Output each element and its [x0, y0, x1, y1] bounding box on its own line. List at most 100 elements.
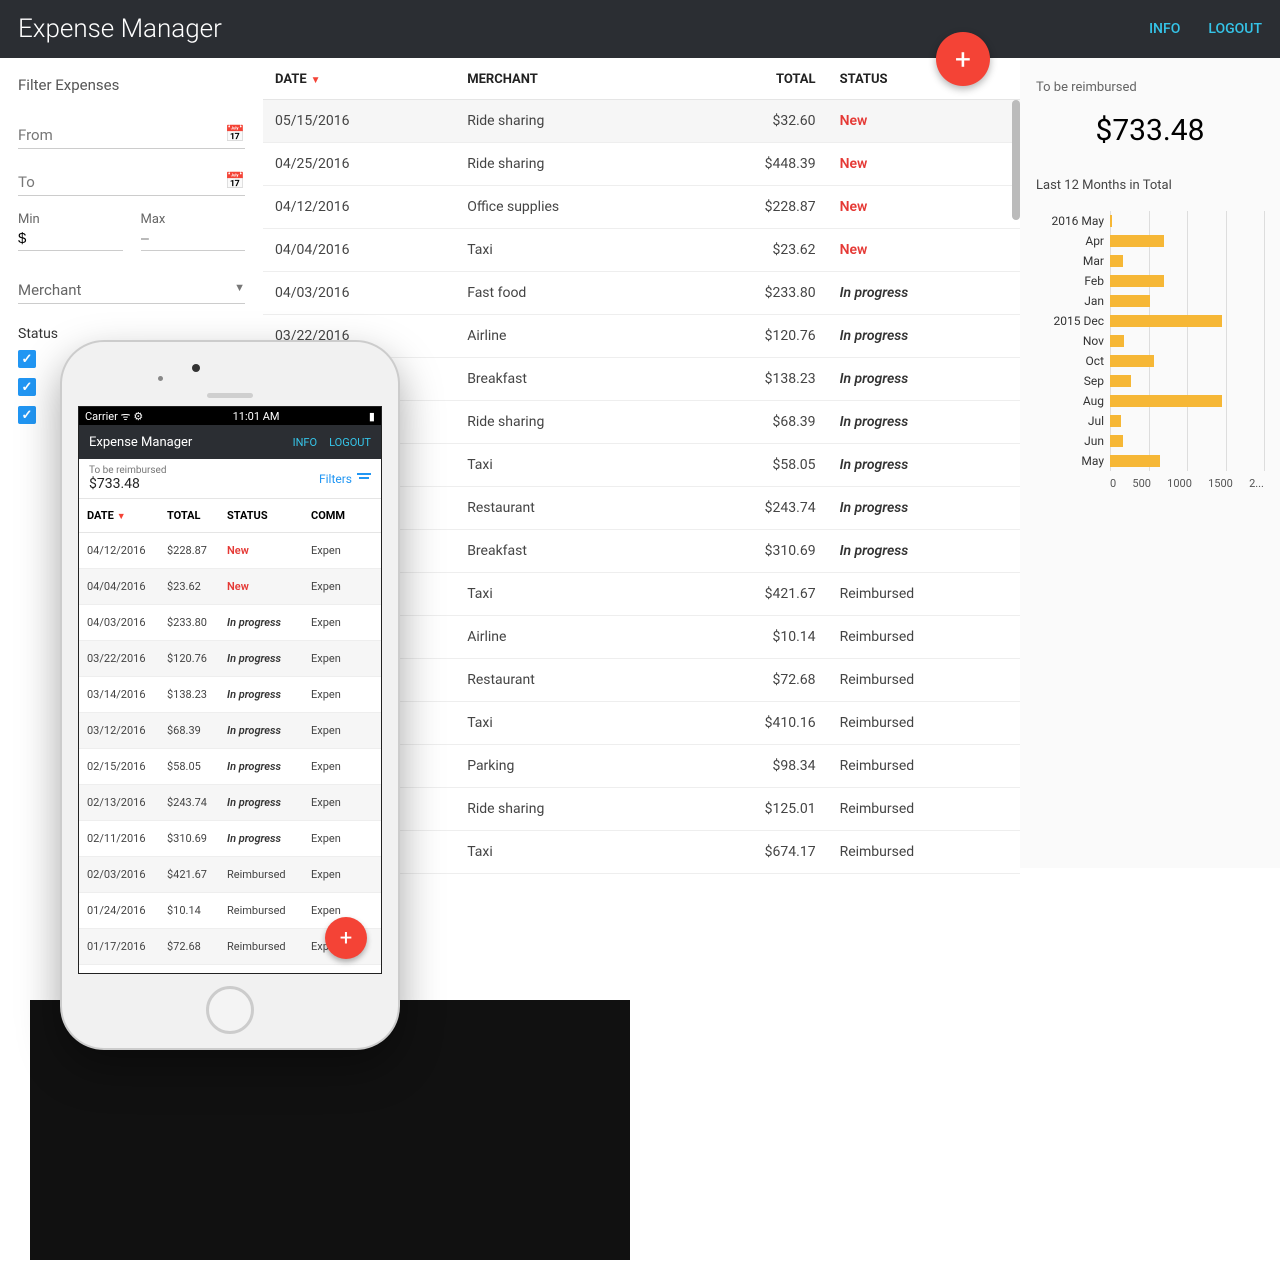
phone-info-link[interactable]: INFO — [293, 436, 318, 449]
col-merchant[interactable]: MERCHANT — [455, 58, 681, 100]
col-date[interactable]: DATE▼ — [263, 58, 455, 100]
cell-status: Reimbursed — [828, 702, 1020, 745]
chevron-down-icon: ▼ — [234, 281, 245, 299]
from-date-field[interactable]: From 📅 — [18, 122, 245, 149]
phone-add-button[interactable]: + — [325, 917, 367, 959]
chart-label: Oct — [1036, 354, 1110, 368]
sort-desc-icon: ▼ — [117, 512, 126, 522]
max-label: Max — [141, 212, 246, 227]
max-field[interactable]: Max — [141, 212, 246, 251]
carrier-label: Carrier ᯤ ⚙ — [85, 409, 143, 424]
phone-table-row[interactable]: 02/11/2016 $310.69 In progress Expen — [79, 821, 381, 857]
chart-label: 2015 Dec — [1036, 314, 1110, 328]
filter-icon — [357, 473, 371, 485]
phone-filters-button[interactable]: Filters — [319, 472, 371, 486]
cell-merchant: Parking — [455, 745, 681, 788]
pcell-comment: Expen — [311, 796, 373, 809]
pcell-total: $421.67 — [167, 868, 227, 881]
pcell-status: Reimbursed — [227, 868, 311, 881]
cell-merchant: Taxi — [455, 702, 681, 745]
phone-table-row[interactable]: 04/04/2016 $23.62 New Expen — [79, 569, 381, 605]
chart-bar: Jan — [1036, 291, 1264, 311]
pcell-comment: Expen — [311, 760, 373, 773]
to-date-field[interactable]: To 📅 — [18, 169, 245, 196]
phone-table-row[interactable]: 03/22/2016 $120.76 In progress Expen — [79, 641, 381, 677]
min-field[interactable]: Min — [18, 212, 123, 251]
checkbox-checked-icon: ✓ — [18, 378, 36, 396]
chart-label: Apr — [1036, 234, 1110, 248]
pcell-status: In progress — [227, 652, 311, 665]
phone-mockup: Carrier ᯤ ⚙ 11:01 AM ▮ Expense Manager I… — [60, 340, 400, 1050]
cell-status: Reimbursed — [828, 831, 1020, 874]
max-input[interactable] — [141, 227, 246, 251]
phone-col-date[interactable]: DATE▼ — [87, 509, 167, 522]
cell-merchant: Ride sharing — [455, 401, 681, 444]
chart-bar: Mar — [1036, 251, 1264, 271]
phone-table-row[interactable]: 02/15/2016 $58.05 In progress Expen — [79, 749, 381, 785]
cell-merchant: Airline — [455, 315, 681, 358]
table-row[interactable]: 04/04/2016 Taxi $23.62 New — [263, 229, 1020, 272]
chart-label: Jun — [1036, 434, 1110, 448]
info-link[interactable]: INFO — [1149, 21, 1180, 37]
time-label: 11:01 AM — [233, 410, 280, 423]
pcell-comment: Expen — [311, 688, 373, 701]
pcell-comment: Expen — [311, 652, 373, 665]
chart-bar: Sep — [1036, 371, 1264, 391]
cell-status: In progress — [828, 530, 1020, 573]
cell-total: $138.23 — [681, 358, 827, 401]
col-total[interactable]: TOTAL — [681, 58, 827, 100]
chart-bar: Apr — [1036, 231, 1264, 251]
cell-merchant: Office supplies — [455, 186, 681, 229]
phone-home-button[interactable] — [206, 986, 254, 1034]
chart-bar: 2016 May — [1036, 211, 1264, 231]
pcell-date: 02/03/2016 — [87, 868, 167, 881]
table-row[interactable]: 04/25/2016 Ride sharing $448.39 New — [263, 143, 1020, 186]
phone-status-bar: Carrier ᯤ ⚙ 11:01 AM ▮ — [79, 407, 381, 425]
logout-link[interactable]: LOGOUT — [1208, 21, 1262, 37]
calendar-icon[interactable]: 📅 — [225, 171, 245, 190]
table-row[interactable]: 04/12/2016 Office supplies $228.87 New — [263, 186, 1020, 229]
table-row[interactable]: 05/15/2016 Ride sharing $32.60 New — [263, 100, 1020, 143]
to-label: To — [18, 169, 245, 196]
add-expense-button[interactable]: + — [936, 32, 990, 86]
phone-col-comment[interactable]: COMM — [311, 509, 373, 522]
cell-status: Reimbursed — [828, 745, 1020, 788]
min-input[interactable] — [18, 227, 123, 251]
phone-table-row[interactable]: 04/12/2016 $228.87 New Expen — [79, 533, 381, 569]
phone-table-row[interactable]: 03/12/2016 $68.39 In progress Expen — [79, 713, 381, 749]
cell-status: In progress — [828, 401, 1020, 444]
cell-total: $310.69 — [681, 530, 827, 573]
cell-merchant: Taxi — [455, 831, 681, 874]
phone-table-row[interactable]: 02/03/2016 $421.67 Reimbursed Expen — [79, 857, 381, 893]
phone-col-status[interactable]: STATUS — [227, 509, 311, 522]
cell-total: $72.68 — [681, 659, 827, 702]
phone-table-header: DATE▼ TOTAL STATUS COMM — [79, 499, 381, 533]
scrollbar[interactable] — [1012, 100, 1020, 220]
chart-label: Jul — [1036, 414, 1110, 428]
pcell-status: In progress — [227, 724, 311, 737]
pcell-status: Reimbursed — [227, 904, 311, 917]
pcell-date: 03/22/2016 — [87, 652, 167, 665]
reimburse-label: To be reimbursed — [1036, 80, 1264, 95]
sort-desc-icon: ▼ — [311, 75, 321, 86]
phone-table-row[interactable]: 03/14/2016 $138.23 In progress Expen — [79, 677, 381, 713]
phone-col-total[interactable]: TOTAL — [167, 509, 227, 522]
pcell-total: $120.76 — [167, 652, 227, 665]
chart-label: Mar — [1036, 254, 1110, 268]
cell-status: New — [828, 186, 1020, 229]
phone-table-row[interactable]: 04/03/2016 $233.80 In progress Expen — [79, 605, 381, 641]
cell-total: $10.14 — [681, 616, 827, 659]
axis-tick: 1000 — [1167, 477, 1192, 490]
calendar-icon[interactable]: 📅 — [225, 124, 245, 143]
phone-logout-link[interactable]: LOGOUT — [329, 436, 371, 449]
pcell-comment: Expen — [311, 724, 373, 737]
cell-merchant: Ride sharing — [455, 100, 681, 143]
cell-status: In progress — [828, 444, 1020, 487]
table-row[interactable]: 04/03/2016 Fast food $233.80 In progress — [263, 272, 1020, 315]
cell-status: Reimbursed — [828, 659, 1020, 702]
col-status[interactable]: STATUS — [828, 58, 1020, 100]
checkbox-checked-icon: ✓ — [18, 406, 36, 424]
phone-table-row[interactable]: 02/13/2016 $243.74 In progress Expen — [79, 785, 381, 821]
cell-total: $243.74 — [681, 487, 827, 530]
merchant-select[interactable]: Merchant ▼ — [18, 277, 245, 304]
